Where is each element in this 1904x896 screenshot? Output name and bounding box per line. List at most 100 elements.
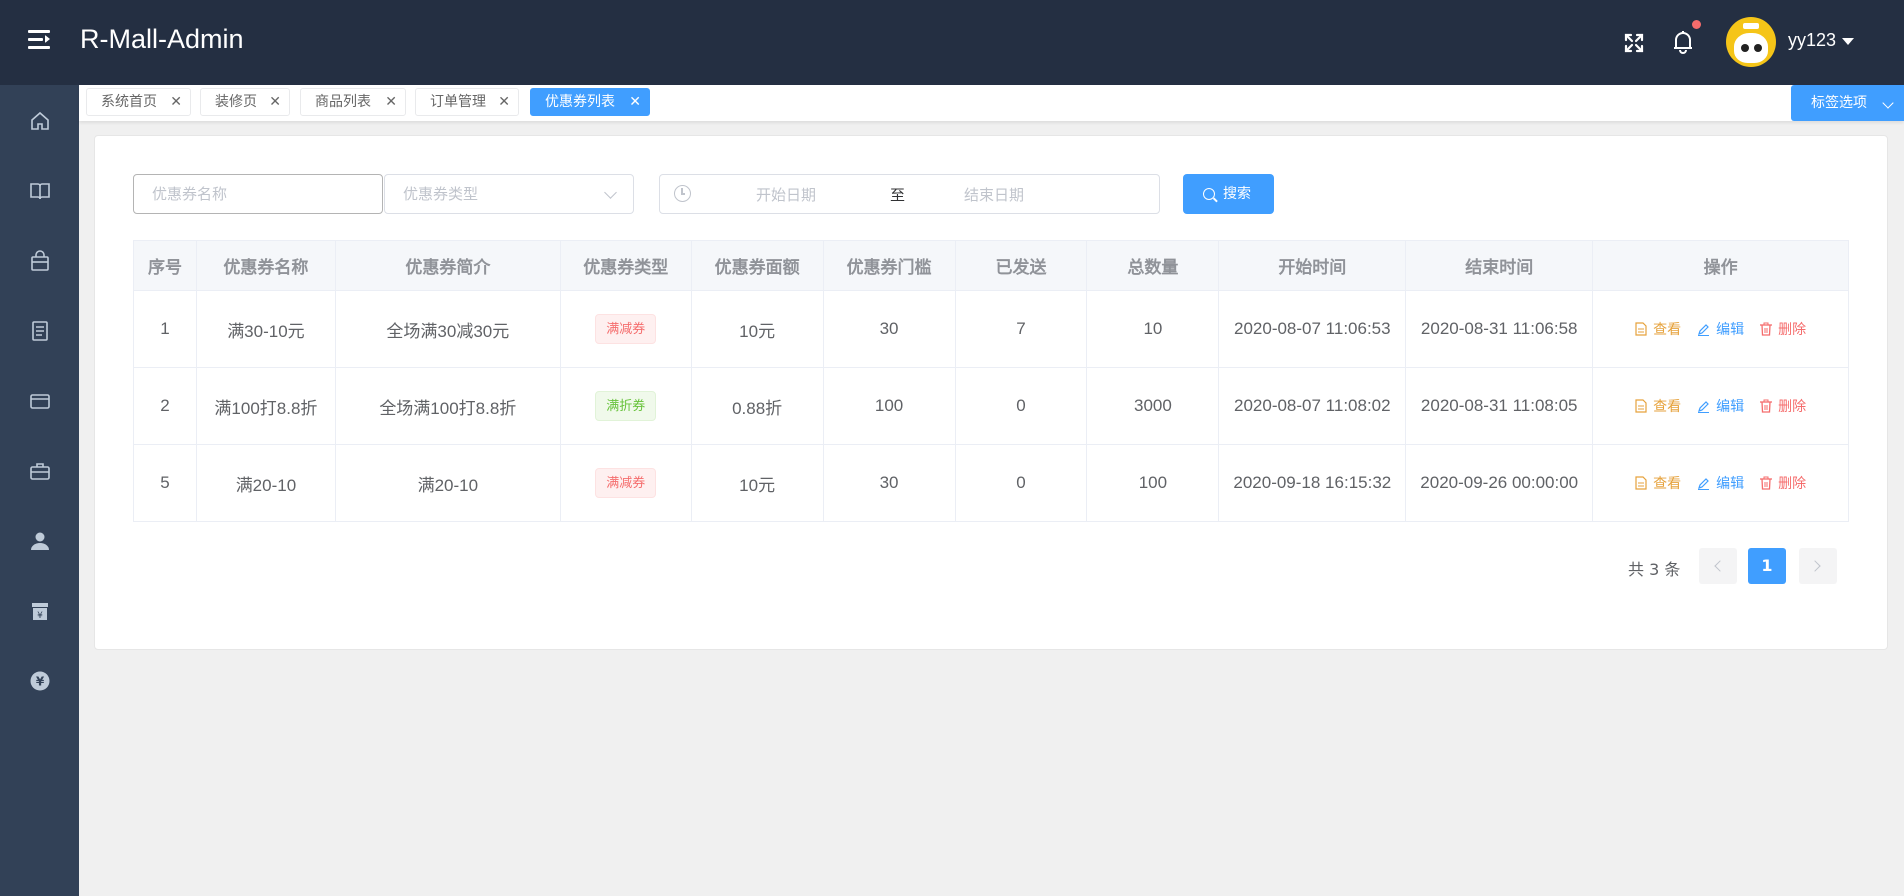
status-badge: 满减券 xyxy=(595,314,657,344)
cell-coupon-name: 满100打8.8折 xyxy=(196,368,336,445)
cell-sent: 0 xyxy=(955,445,1088,522)
view-button[interactable]: 查看 xyxy=(1635,319,1681,339)
close-icon[interactable]: ✕ xyxy=(385,89,397,115)
range-separator: 至 xyxy=(890,186,906,204)
coupon-table: 序号 优惠券名称 优惠券简介 优惠券类型 优惠券面额 优惠券门槛 已发送 总数量… xyxy=(133,240,1850,522)
prev-page-button[interactable] xyxy=(1699,548,1737,584)
cell-index: 2 xyxy=(134,368,197,445)
trash-icon xyxy=(1760,399,1773,413)
cell-actions: 查看 编辑 删除 xyxy=(1593,291,1850,368)
avatar[interactable] xyxy=(1726,17,1776,67)
column-header: 开始时间 xyxy=(1219,241,1407,291)
tag-decoration[interactable]: 装修页 ✕ xyxy=(200,88,290,116)
cell-start-time: 2020-09-18 16:15:32 xyxy=(1219,445,1407,522)
column-header: 序号 xyxy=(134,241,197,291)
table-row: 5 满20-10 满20-10 满减券 10元 30 0 100 2020-09… xyxy=(134,445,1850,522)
close-icon[interactable]: ✕ xyxy=(498,89,510,115)
cell-actions: 查看 编辑 删除 xyxy=(1593,445,1850,522)
search-label: 搜索 xyxy=(1223,186,1251,202)
tag-product-list[interactable]: 商品列表 ✕ xyxy=(300,88,406,116)
cell-threshold: 100 xyxy=(823,368,956,445)
cell-coupon-name: 满30-10元 xyxy=(196,291,336,368)
store-icon[interactable]: ¥ xyxy=(29,600,51,622)
date-range-picker[interactable]: 开始日期 至 结束日期 xyxy=(659,174,1160,214)
column-header: 优惠券面额 xyxy=(691,241,824,291)
coupon-type-select[interactable]: 优惠券类型 xyxy=(384,174,634,214)
cell-start-time: 2020-08-07 11:06:53 xyxy=(1219,291,1407,368)
tag-home[interactable]: 系统首页 ✕ xyxy=(86,88,191,116)
caret-down-icon[interactable] xyxy=(1842,38,1854,45)
column-header: 操作 xyxy=(1593,241,1849,291)
sidebar: ¥ ¥ xyxy=(0,85,79,896)
pencil-icon xyxy=(1698,477,1710,490)
svg-text:¥: ¥ xyxy=(37,611,43,621)
tag-options-label: 标签选项 xyxy=(1811,95,1867,111)
yen-icon[interactable]: ¥ xyxy=(29,670,51,692)
trash-icon xyxy=(1760,322,1773,336)
view-button[interactable]: 查看 xyxy=(1635,473,1681,493)
edit-button[interactable]: 编辑 xyxy=(1697,319,1744,339)
top-header: R-Mall-Admin yy123 xyxy=(0,0,1904,85)
close-icon[interactable]: ✕ xyxy=(170,89,182,115)
user-icon[interactable] xyxy=(29,530,51,552)
status-badge: 满减券 xyxy=(595,468,657,498)
view-label: 查看 xyxy=(1653,475,1682,491)
chevron-right-icon xyxy=(1809,560,1821,572)
menu-toggle-icon[interactable] xyxy=(28,30,51,50)
delete-button[interactable]: 删除 xyxy=(1760,319,1806,339)
coupon-type-placeholder: 优惠券类型 xyxy=(403,185,479,203)
tag-label: 系统首页 xyxy=(101,94,157,110)
column-header: 优惠券简介 xyxy=(335,241,561,291)
cell-sent: 0 xyxy=(955,368,1088,445)
bell-icon[interactable] xyxy=(1669,28,1697,56)
cell-index: 1 xyxy=(134,291,197,368)
document-icon xyxy=(1635,476,1647,490)
cell-coupon-intro: 全场满30减30元 xyxy=(335,291,561,368)
content-card: 优惠券名称 优惠券类型 开始日期 至 结束日期 搜索 序号 优惠券名称 优惠券简… xyxy=(94,135,1888,650)
card-icon[interactable] xyxy=(29,390,51,412)
close-icon[interactable]: ✕ xyxy=(629,89,641,115)
pencil-icon xyxy=(1698,323,1710,336)
briefcase-icon[interactable] xyxy=(29,460,51,482)
edit-button[interactable]: 编辑 xyxy=(1697,396,1744,416)
document-icon[interactable] xyxy=(29,320,51,342)
close-icon[interactable]: ✕ xyxy=(269,89,281,115)
edit-label: 编辑 xyxy=(1716,475,1745,491)
fullscreen-icon[interactable] xyxy=(1622,31,1646,55)
cell-total: 10 xyxy=(1087,291,1220,368)
delete-button[interactable]: 删除 xyxy=(1760,473,1806,493)
home-icon[interactable] xyxy=(29,110,51,132)
end-date-input[interactable]: 结束日期 xyxy=(964,184,1024,205)
column-header: 优惠券门槛 xyxy=(823,241,956,291)
tag-options-button[interactable]: 标签选项 xyxy=(1791,85,1904,121)
document-icon xyxy=(1635,399,1647,413)
chevron-down-icon xyxy=(1882,97,1894,109)
cell-coupon-intro: 全场满100打8.8折 xyxy=(335,368,561,445)
next-page-button[interactable] xyxy=(1799,548,1837,584)
tag-order-management[interactable]: 订单管理 ✕ xyxy=(415,88,519,116)
column-header: 优惠券类型 xyxy=(560,241,692,291)
coupon-name-input[interactable]: 优惠券名称 xyxy=(133,174,383,214)
status-badge: 满折券 xyxy=(595,391,657,421)
page-number-current[interactable]: 1 xyxy=(1748,548,1786,584)
user-name[interactable]: yy123 xyxy=(1788,30,1836,51)
view-button[interactable]: 查看 xyxy=(1635,396,1681,416)
cell-total: 100 xyxy=(1087,445,1220,522)
delete-label: 删除 xyxy=(1778,398,1807,414)
tag-coupon-list[interactable]: 优惠券列表 ✕ xyxy=(530,88,650,116)
delete-label: 删除 xyxy=(1778,321,1807,337)
column-header: 优惠券名称 xyxy=(196,241,336,291)
notification-badge xyxy=(1692,20,1701,29)
book-icon[interactable] xyxy=(29,180,51,202)
delete-button[interactable]: 删除 xyxy=(1760,396,1806,416)
bag-icon[interactable] xyxy=(29,250,51,272)
app-title: R-Mall-Admin xyxy=(80,24,244,54)
cell-end-time: 2020-08-31 11:08:05 xyxy=(1406,368,1594,445)
search-button[interactable]: 搜索 xyxy=(1183,174,1274,214)
edit-button[interactable]: 编辑 xyxy=(1697,473,1744,493)
column-header: 总数量 xyxy=(1087,241,1220,291)
start-date-input[interactable]: 开始日期 xyxy=(756,184,816,205)
cell-threshold: 30 xyxy=(823,445,956,522)
edit-label: 编辑 xyxy=(1716,321,1745,337)
table-header: 序号 优惠券名称 优惠券简介 优惠券类型 优惠券面额 优惠券门槛 已发送 总数量… xyxy=(134,241,1849,291)
